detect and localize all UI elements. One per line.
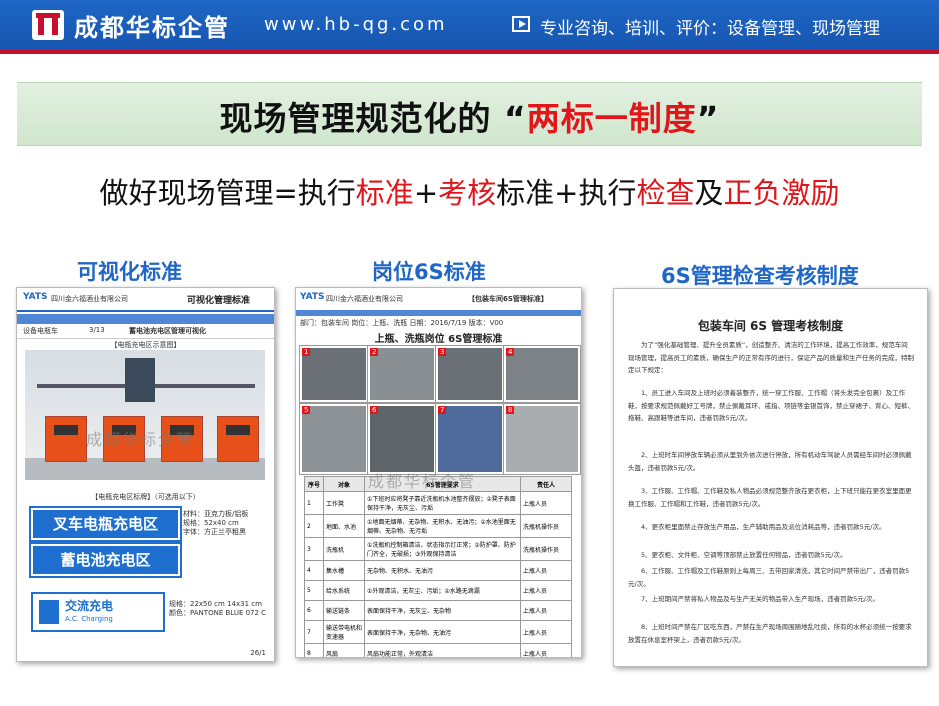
workstation-photo: 7 [435, 403, 505, 475]
table-row: 5 给水系统 ①外观清洁，无灰尘、污垢；②水路无滴漏 上瓶人员 [304, 580, 572, 601]
workstation-photo: 6 [367, 403, 437, 475]
table-row: 8 风扇 风扇功能正常，外观清洁 上瓶人员 [304, 643, 572, 657]
header-bar: 成都华标企管 www.hb-qg.com 专业咨询、培训、评价：设备管理、现场管… [0, 0, 939, 54]
6s-assessment-document: 包装车间 6S 管理考核制度 为了“强化基础管理、提升全员素质”，创造整齐、清洁… [613, 288, 928, 667]
play-icon [512, 16, 530, 32]
table-row: 1 工作凳 ①下班时应将凳子靠近洗瓶机水池整齐摆放；②凳子表面保持干净，无灰尘、污垢… [304, 491, 572, 515]
ev-charger-icon [39, 600, 59, 624]
visual-standard-document: YATS 四川金六福酒业有限公司 可视化管理标准 设备电瓶车 3/13 蓄电池充… [16, 287, 275, 662]
website-url[interactable]: www.hb-qg.com [264, 14, 448, 35]
table-row: 6 输送链条 表面保持干净，无灰尘、无杂物 上瓶人员 [304, 600, 572, 621]
table-row: 7 输送带电机和变速器 表面保持干净，无杂物、无油污 上瓶人员 [304, 620, 572, 644]
workstation-photo: 1 [299, 345, 369, 403]
watermark: 成都华标企管 [368, 472, 477, 491]
section-post-6s-standard: 岗位6S标准 [372, 260, 486, 284]
workstation-photo: 8 [503, 403, 581, 475]
workstation-photo: 3 [435, 345, 505, 403]
sign-battery-charging: 蓄电池充电区 [29, 542, 182, 578]
section-6s-assessment: 6S管理检查考核制度 [661, 264, 859, 288]
charger-unit [45, 416, 87, 462]
sign-forklift-charging: 叉车电瓶充电区 [29, 506, 182, 542]
workstation-photo: 4 [503, 345, 581, 403]
section-visual-standard: 可视化标准 [77, 260, 182, 284]
charger-unit [217, 416, 259, 462]
subtitle-formula: 做好现场管理=执行标准+考核标准+执行检查及正负激励 [99, 176, 840, 210]
table-row: 2 地面、水池 ①地面无烟蒂、无杂物、无积水、无油污；②水池里面无烟蒂、无杂物、无污… [304, 514, 572, 538]
watermark: 成都华标企管 [86, 430, 195, 449]
company-logo [32, 10, 64, 40]
title-band: 现场管理规范化的 “两标一制度” [17, 82, 922, 146]
6s-requirements-table: 序号 对象 6S管理要求 责任人 1 工作凳 ①下班时应将凳子靠近洗瓶机水池整齐摆放… [304, 476, 572, 657]
table-row: 4 集水槽 无杂物、无积水、无油污 上瓶人员 [304, 560, 572, 581]
brand-name: 成都华标企管 [74, 14, 230, 42]
table-row: 3 洗瓶机 ①洗瓶机控制箱清洁，状态指示灯正常；②防护罩、防护门齐全，无破损；③外观… [304, 537, 572, 561]
slide-title: 现场管理规范化的 “两标一制度” [219, 99, 720, 138]
sign-ac-charging: 交流充电 A.C. Charging [31, 592, 165, 632]
title-highlight: 两标一制度 [526, 99, 697, 138]
workstation-photo: 2 [367, 345, 437, 403]
workstation-photo: 5 [299, 403, 369, 475]
tagline: 专业咨询、培训、评价：设备管理、现场管理 [540, 19, 880, 39]
assessment-doc-title: 包装车间 6S 管理考核制度 [697, 319, 844, 333]
